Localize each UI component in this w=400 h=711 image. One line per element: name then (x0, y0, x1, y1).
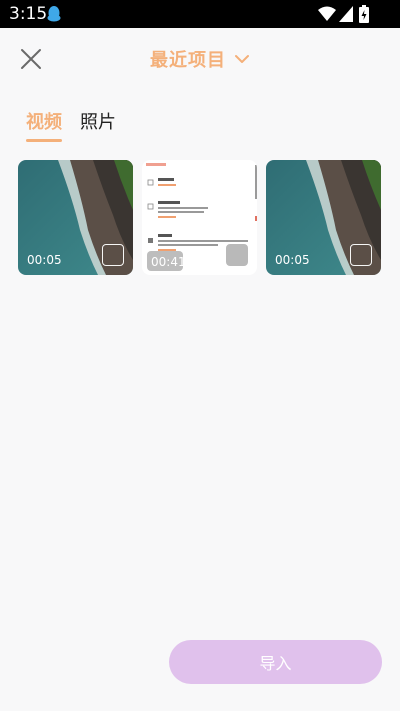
import-button[interactable]: 导入 (169, 640, 382, 684)
wifi-icon (318, 6, 336, 21)
media-thumbnail[interactable]: 00:41 (142, 160, 257, 275)
chevron-down-icon (235, 55, 249, 63)
battery-icon (359, 5, 369, 23)
signal-icon (339, 6, 353, 22)
tab-video[interactable]: 视频 (26, 108, 62, 134)
select-checkbox[interactable] (102, 244, 124, 266)
active-tab-indicator (26, 139, 62, 142)
qq-notification-icon (47, 6, 61, 22)
close-icon[interactable] (18, 46, 44, 72)
video-duration: 00:05 (27, 253, 62, 267)
status-bar: 3:15 (0, 0, 400, 28)
video-duration: 00:41 (151, 255, 186, 269)
page-title: 最近项目 (150, 50, 226, 71)
album-selector[interactable]: 最近项目 (150, 46, 249, 72)
select-checkbox[interactable] (226, 244, 248, 266)
status-time: 3:15 (9, 4, 48, 24)
media-thumbnail[interactable]: 00:05 (266, 160, 381, 275)
tab-photo[interactable]: 照片 (80, 108, 116, 134)
select-checkbox[interactable] (350, 244, 372, 266)
media-thumbnail[interactable]: 00:05 (18, 160, 133, 275)
video-duration: 00:05 (275, 253, 310, 267)
